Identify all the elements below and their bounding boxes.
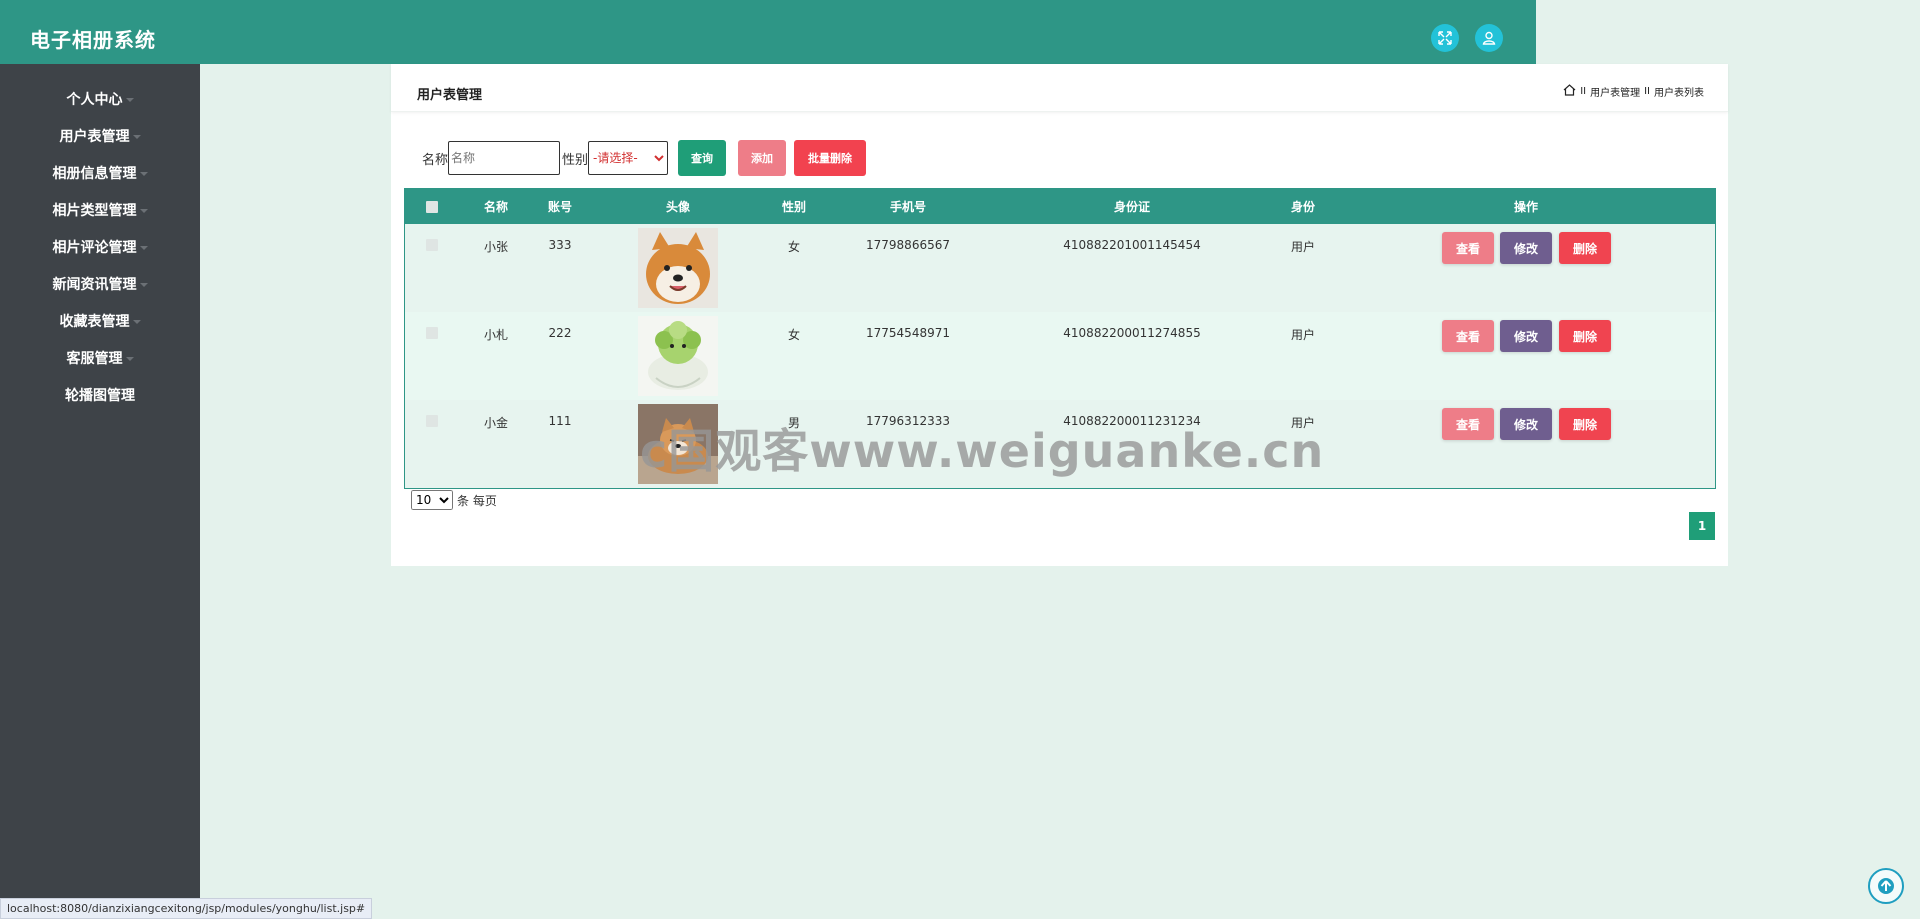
sidebar-item-label: 收藏表管理 [59,314,130,330]
panel-header: 用户表管理 II 用户表管理 II 用户表列表 [391,64,1728,112]
breadcrumb: II 用户表管理 II 用户表列表 [1563,84,1704,99]
page-size-control: 10 条 每页 [411,490,497,510]
sidebar-item-users[interactable]: 用户表管理 [0,121,200,151]
cell-name: 小札 [483,328,509,342]
caret-down-icon [139,172,148,176]
table-row: 小张 333 女 17798866567 410882201001145454 [405,224,1715,312]
breadcrumb-item[interactable]: 用户表管理 [1590,84,1640,99]
cell-id-card: 410882201001145454 [1063,238,1201,252]
sidebar-item-customer-service[interactable]: 客服管理 [0,343,200,373]
row-checkbox[interactable] [426,327,438,339]
breadcrumb-separator: II [1580,86,1587,97]
column-header-avatar: 头像 [665,200,691,214]
cell-role: 用户 [1290,328,1316,342]
filter-bar: 名称 性别 -请选择- 查询 添加 批量删除 [419,140,867,176]
cell-account: 111 [548,414,572,428]
sidebar-item-news[interactable]: 新闻资讯管理 [0,269,200,299]
user-icon[interactable] [1475,24,1503,52]
view-button[interactable]: 查看 [1442,232,1494,264]
sidebar-item-carousel[interactable]: 轮播图管理 [0,380,200,410]
sidebar-item-photo-types[interactable]: 相片类型管理 [0,195,200,225]
column-header-account: 账号 [547,200,573,214]
page-title: 用户表管理 [417,88,483,103]
row-checkbox[interactable] [426,415,438,427]
sidebar-item-label: 用户表管理 [59,129,130,145]
sidebar-item-albums[interactable]: 相册信息管理 [0,158,200,188]
cell-name: 小金 [483,416,509,430]
sidebar-item-label: 相片类型管理 [52,203,137,219]
watermark-text: c国观客www.weiguanke.cn [640,424,1325,478]
status-bar-url: localhost:8080/dianzixiangcexitong/jsp/m… [0,898,373,919]
cell-account: 333 [548,238,572,252]
caret-down-icon [125,98,134,102]
batch-delete-button[interactable]: 批量删除 [794,140,867,176]
back-to-top-button[interactable] [1868,868,1904,904]
caret-down-icon [139,209,148,213]
sex-filter-label: 性别 [562,152,589,168]
name-filter-label: 名称 [422,152,449,168]
column-header-id-card: 身份证 [1113,200,1151,214]
cell-role: 用户 [1290,240,1316,254]
caret-down-icon [139,246,148,250]
avatar-image [638,316,718,396]
cell-name: 小张 [483,240,509,254]
sidebar-item-label: 客服管理 [66,351,123,367]
sidebar-item-favorites[interactable]: 收藏表管理 [0,306,200,336]
caret-down-icon [139,283,148,287]
cell-id-card: 410882200011274855 [1063,326,1201,340]
sidebar-item-personal-center[interactable]: 个人中心 [0,84,200,114]
sex-select[interactable]: -请选择- [588,141,669,175]
select-all-checkbox[interactable] [426,201,438,213]
column-header-phone: 手机号 [889,200,927,214]
sidebar: 个人中心 用户表管理 相册信息管理 相片类型管理 相片评论管理 新闻资讯管理 收… [0,64,200,919]
column-header-name: 名称 [483,200,509,214]
add-button[interactable]: 添加 [738,140,787,176]
column-header-actions: 操作 [1513,200,1539,214]
sidebar-item-photo-comments[interactable]: 相片评论管理 [0,232,200,262]
delete-button[interactable]: 删除 [1559,232,1611,264]
row-checkbox[interactable] [426,239,438,251]
cell-sex: 女 [787,328,801,342]
caret-down-icon [125,357,134,361]
view-button[interactable]: 查看 [1442,408,1494,440]
arrow-up-icon [1878,878,1894,894]
top-navbar: 电子相册系统 [0,0,1536,64]
caret-down-icon [132,320,141,324]
sidebar-item-label: 个人中心 [66,92,123,108]
edit-button[interactable]: 修改 [1500,232,1552,264]
cell-phone: 17798866567 [866,238,950,252]
name-search-input[interactable] [448,141,561,175]
table-row: 小札 222 女 17754548971 410882200011274855 [405,312,1715,400]
cell-sex: 女 [787,240,801,254]
column-header-sex: 性别 [781,200,807,214]
delete-button[interactable]: 删除 [1559,408,1611,440]
page-number-current[interactable]: 1 [1689,512,1715,540]
query-button[interactable]: 查询 [678,140,727,176]
page-size-label: 条 每页 [457,493,497,508]
sidebar-item-label: 相册信息管理 [52,166,137,182]
sidebar-item-label: 轮播图管理 [65,388,135,404]
avatar-image [638,228,718,308]
fullscreen-icon[interactable] [1431,24,1459,52]
edit-button[interactable]: 修改 [1500,320,1552,352]
cell-account: 222 [548,326,572,340]
breadcrumb-item: 用户表列表 [1654,88,1704,99]
table-header: 名称 账号 头像 性别 手机号 身份证 身份 操作 [405,189,1715,224]
cell-phone: 17754548971 [866,326,950,340]
sidebar-item-label: 相片评论管理 [52,240,137,256]
page-size-select[interactable]: 10 [411,490,453,510]
caret-down-icon [132,135,141,139]
main-panel: 用户表管理 II 用户表管理 II 用户表列表 名称 性别 -请选择- 查询 添… [391,64,1728,566]
home-icon[interactable] [1563,84,1576,99]
edit-button[interactable]: 修改 [1500,408,1552,440]
breadcrumb-separator: II [1644,86,1650,97]
view-button[interactable]: 查看 [1442,320,1494,352]
delete-button[interactable]: 删除 [1559,320,1611,352]
column-header-role: 身份 [1290,200,1316,214]
sidebar-item-label: 新闻资讯管理 [52,277,137,293]
app-title: 电子相册系统 [30,28,156,52]
